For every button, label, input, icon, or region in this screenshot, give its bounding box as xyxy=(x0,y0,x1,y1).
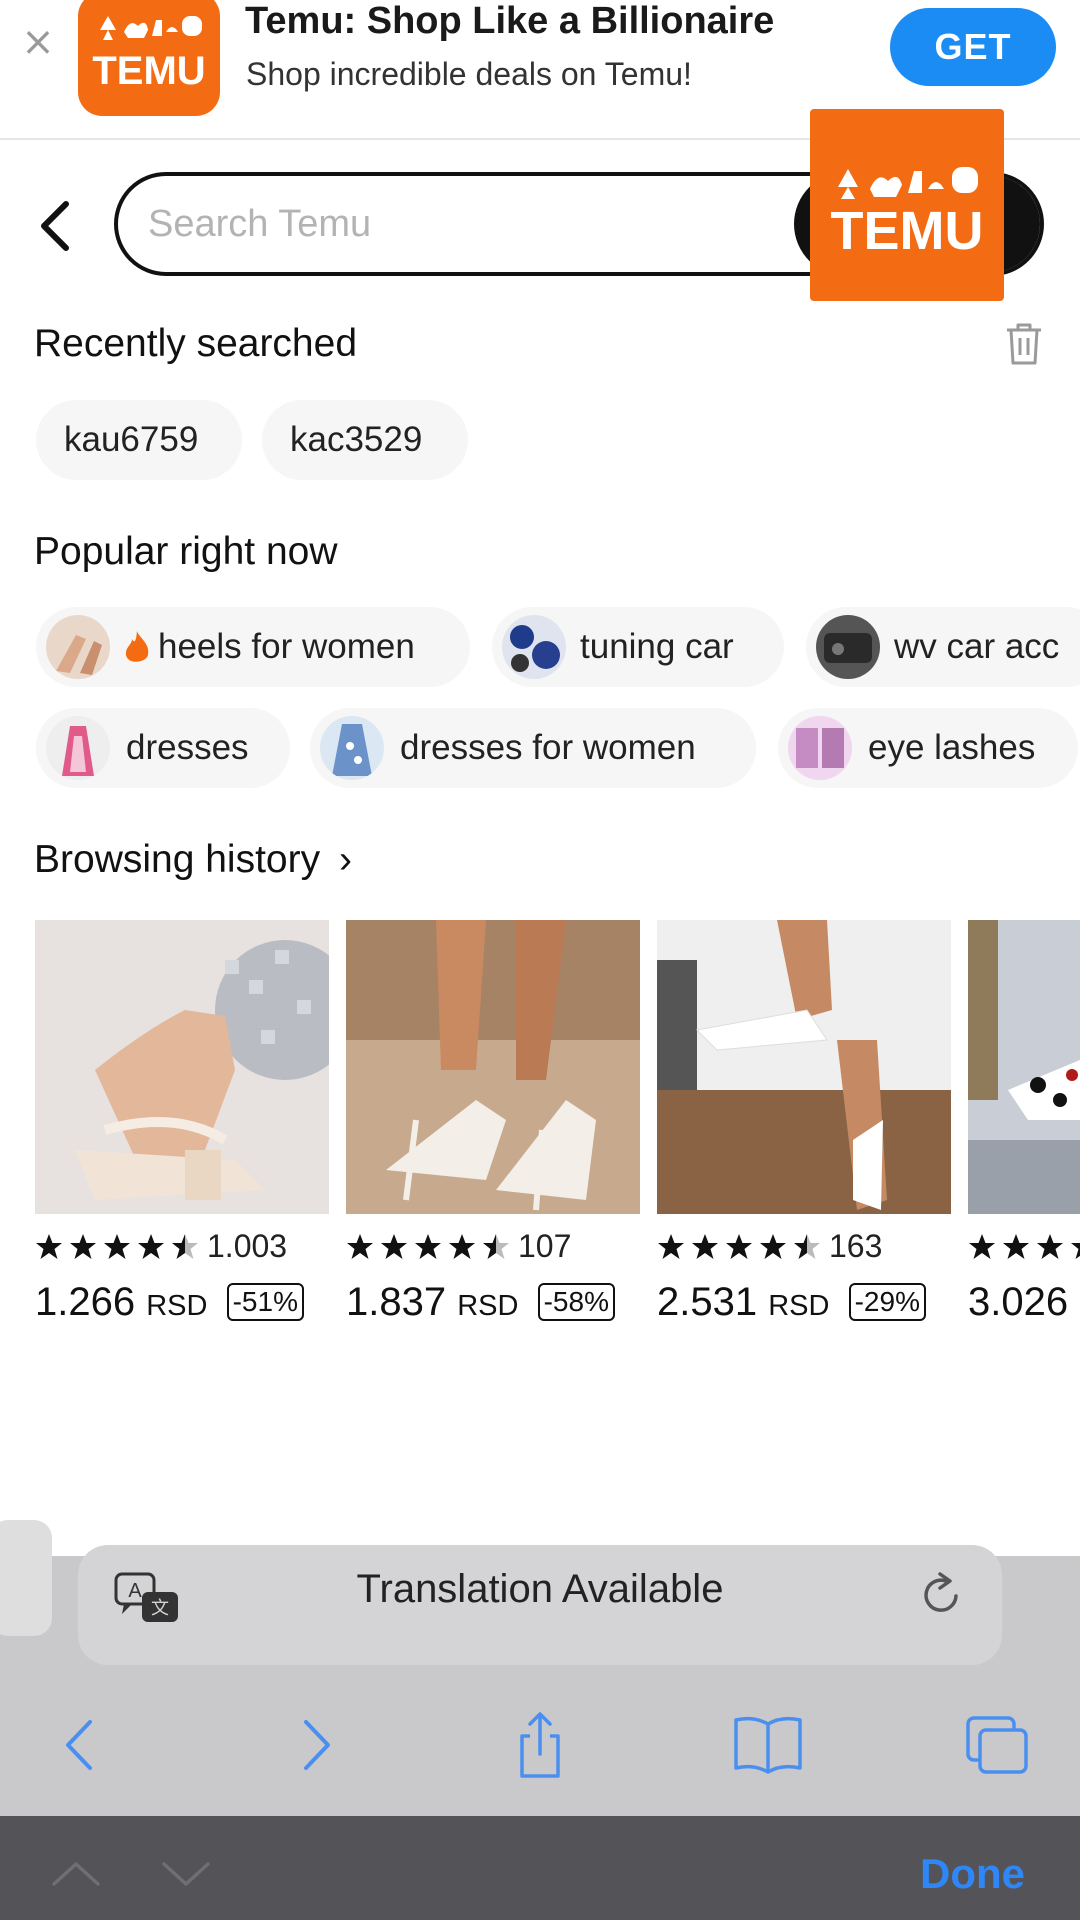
translation-label: Translation Available xyxy=(356,1567,724,1611)
browsing-history-title[interactable]: Browsing history › xyxy=(34,838,352,882)
product-thumbnail xyxy=(46,615,110,679)
chevron-up-icon[interactable] xyxy=(48,1856,104,1892)
back-chevron-icon[interactable] xyxy=(32,198,80,254)
discount-badge: -29% xyxy=(848,1283,926,1321)
bookmarks-icon[interactable] xyxy=(728,1710,808,1780)
popular-chip-wv-car-acc[interactable]: wv car acc xyxy=(806,607,1080,687)
rating-count: 1.003 xyxy=(207,1228,288,1264)
popular-chip-dresses-for-women[interactable]: dresses for women xyxy=(310,708,756,788)
star-rating xyxy=(658,1234,820,1259)
product-thumbnail xyxy=(46,716,110,780)
rating-count: 107 xyxy=(518,1228,572,1264)
close-icon[interactable]: × xyxy=(18,22,58,62)
product-image xyxy=(35,920,329,1214)
product-image xyxy=(346,920,640,1214)
svg-text:TEMU: TEMU xyxy=(831,201,984,261)
product-price: 1.837 RSD -58% xyxy=(346,1280,615,1325)
forward-arrow-icon[interactable] xyxy=(276,1710,356,1780)
star-rating xyxy=(36,1234,198,1259)
discount-badge: -58% xyxy=(537,1283,615,1321)
product-thumbnail xyxy=(502,615,566,679)
product-thumbnail xyxy=(320,716,384,780)
share-icon[interactable] xyxy=(500,1710,580,1780)
reload-icon[interactable] xyxy=(920,1570,964,1618)
product-price: 3.026 xyxy=(968,1280,1069,1324)
trash-icon[interactable] xyxy=(1003,322,1045,366)
chevron-right-icon: › xyxy=(338,838,352,881)
recently-searched-title: Recently searched xyxy=(34,322,358,365)
flame-icon xyxy=(125,631,149,662)
discount-badge: -51% xyxy=(226,1283,304,1321)
product-price: 2.531 RSD -29% xyxy=(657,1280,926,1325)
temu-watermark-logo: TEMU xyxy=(810,109,1004,301)
product-image xyxy=(968,920,1080,1214)
star-rating xyxy=(347,1234,509,1259)
product-image xyxy=(657,920,951,1214)
tabs-icon[interactable] xyxy=(958,1710,1038,1780)
popular-chip-tuning-car[interactable]: tuning car xyxy=(492,607,784,687)
popular-title: Popular right now xyxy=(34,530,338,573)
svg-text:TEMU: TEMU xyxy=(92,49,205,93)
popular-chip-eye-lashes[interactable]: eye lashes xyxy=(778,708,1078,788)
product-card[interactable]: 3.026 xyxy=(968,920,1080,1360)
temu-app-icon[interactable]: TEMU xyxy=(78,0,220,116)
chevron-down-icon[interactable] xyxy=(158,1856,214,1892)
recent-search-chip[interactable]: kac3529 xyxy=(262,400,468,480)
back-arrow-icon[interactable] xyxy=(40,1710,120,1780)
banner-title: Temu: Shop Like a Billionaire xyxy=(245,0,775,42)
done-button[interactable]: Done xyxy=(920,1850,1025,1898)
rating-count: 163 xyxy=(829,1228,883,1264)
search-input[interactable] xyxy=(148,176,788,272)
banner-subtitle: Shop incredible deals on Temu! xyxy=(246,56,692,92)
popular-chip-dresses[interactable]: dresses xyxy=(36,708,290,788)
recent-search-chip[interactable]: kau6759 xyxy=(36,400,242,480)
product-thumbnail xyxy=(816,615,880,679)
product-thumbnail xyxy=(788,716,852,780)
product-price: 1.266 RSD -51% xyxy=(35,1280,304,1325)
popular-chip-heels[interactable]: heels for women xyxy=(36,607,470,687)
star-rating xyxy=(969,1234,1080,1259)
get-app-button[interactable]: GET xyxy=(890,8,1056,86)
